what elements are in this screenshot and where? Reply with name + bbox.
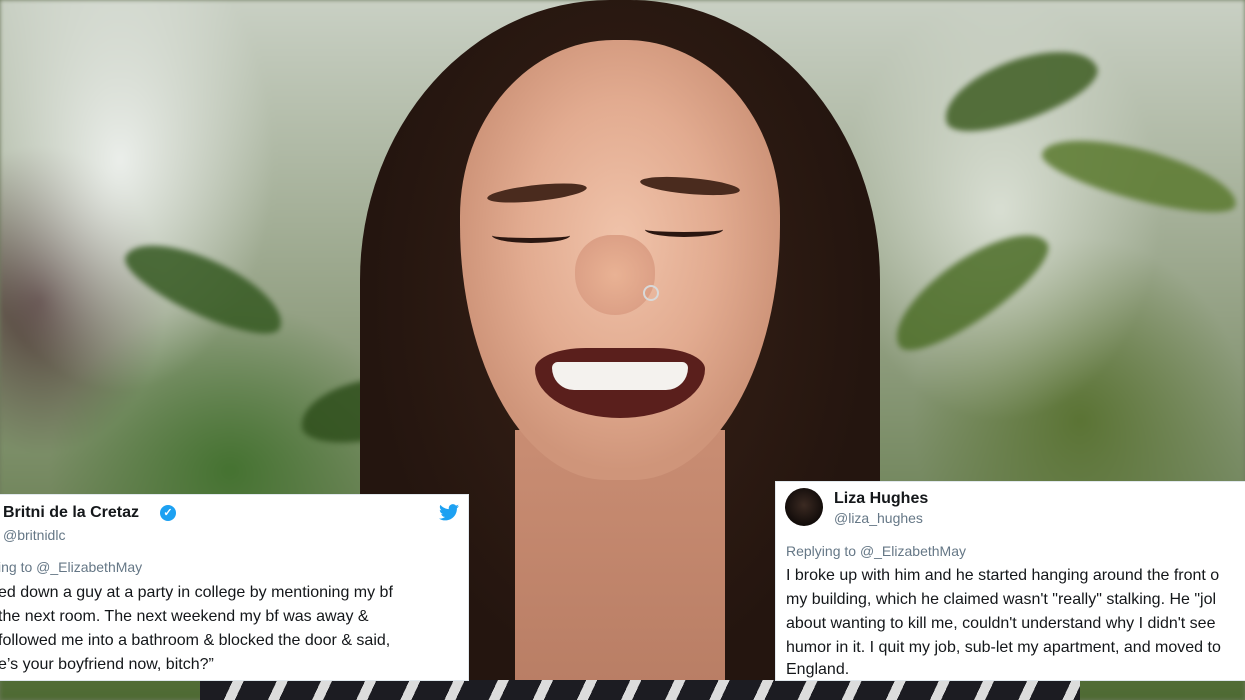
tweet-text-line: ed down a guy at a party in college by m…: [0, 584, 393, 601]
striped-shirt: [200, 680, 1080, 700]
reply-context: Replying to @_ElizabethMay: [786, 543, 966, 559]
reply-context: ing to @_ElizabethMay: [0, 559, 142, 575]
verified-badge-icon: ✓: [160, 505, 176, 521]
tweet-text-line: followed me into a bathroom & blocked th…: [0, 632, 391, 649]
nose: [575, 235, 655, 315]
left-closed-eye: [492, 228, 570, 243]
twitter-bird-icon[interactable]: [439, 504, 459, 521]
right-closed-eye: [645, 222, 723, 237]
tweet-text-line: my building, which he claimed wasn't "re…: [786, 591, 1217, 608]
reply-prefix: Replying to: [786, 543, 857, 559]
reply-mention-link[interactable]: @_ElizabethMay: [36, 559, 142, 575]
tweet-text-line: the next room. The next weekend my bf wa…: [0, 608, 369, 625]
tweet-text-line: I broke up with him and he started hangi…: [786, 567, 1220, 584]
teeth: [552, 362, 688, 390]
tweet-author-name[interactable]: Britni de la Cretaz: [3, 504, 139, 522]
tweet-author-handle[interactable]: @britnidlc: [3, 527, 65, 543]
tweet-text-line: humor in it. I quit my job, sub-let my a…: [786, 639, 1221, 656]
tweet-author-handle[interactable]: @liza_hughes: [834, 510, 923, 526]
tweet-text-line: England.: [786, 661, 850, 678]
reply-prefix: ing to: [0, 559, 33, 575]
avatar[interactable]: [785, 488, 823, 526]
tweet-author-name[interactable]: Liza Hughes: [834, 490, 928, 508]
tweet-text-line: e’s your boyfriend now, bitch?”: [0, 656, 214, 673]
tweet-text-line: about wanting to kill me, couldn't under…: [786, 615, 1216, 632]
reply-mention-link[interactable]: @_ElizabethMay: [860, 543, 966, 559]
nose-ring: [643, 285, 659, 301]
tweet-card-liza[interactable]: Liza Hughes @liza_hughes Replying to @_E…: [776, 482, 1245, 680]
tweet-card-britni[interactable]: Britni de la Cretaz ✓ @britnidlc ing to …: [0, 495, 468, 680]
